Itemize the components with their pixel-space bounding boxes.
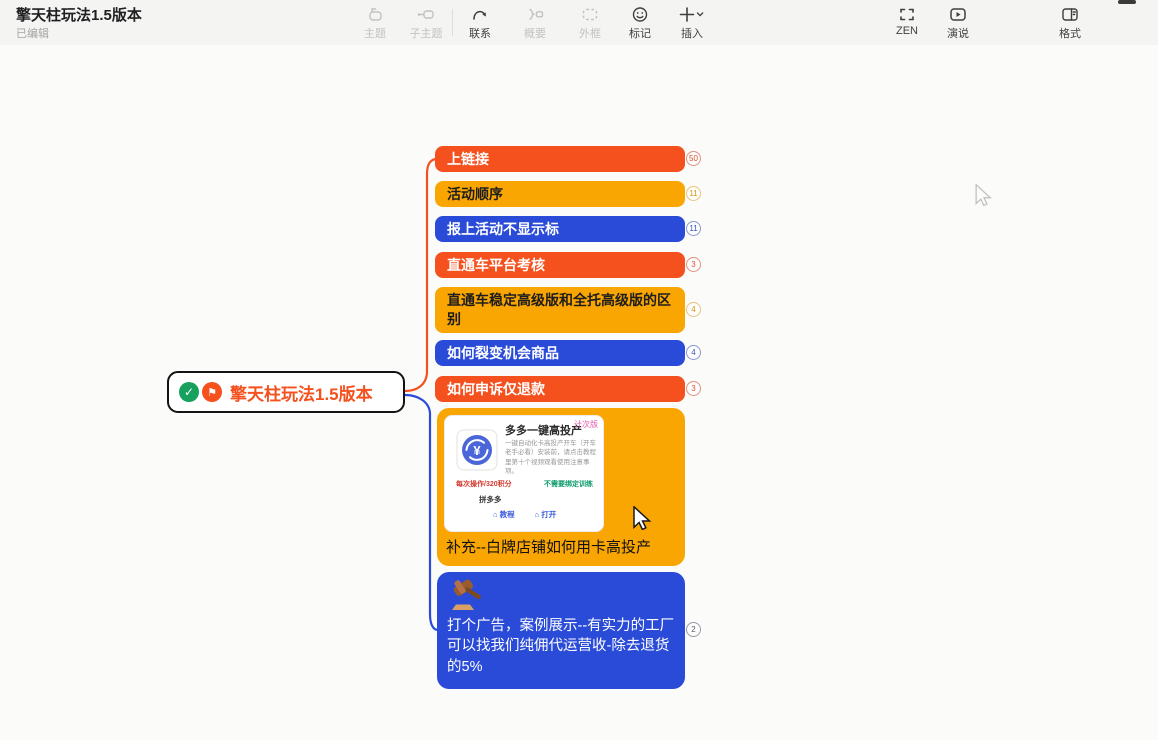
boundary-icon: [563, 5, 617, 24]
presentation-play-icon: [931, 5, 985, 24]
topic-label: 上链接: [447, 149, 489, 169]
gavel-icon: [448, 579, 490, 618]
card-title: 多多一键高投产: [505, 422, 582, 438]
image-node-caption: 补充--白牌店铺如何用卡高投产: [446, 536, 651, 557]
collapse-badge[interactable]: 11: [686, 221, 701, 236]
document-title: 擎天柱玩法1.5版本: [16, 4, 142, 25]
topic-node-1[interactable]: 上链接: [435, 146, 685, 172]
topic-label: 直通车平台考核: [447, 255, 545, 275]
home-icon: ⌂: [535, 510, 540, 519]
card-version-tag: 计次版: [574, 419, 598, 430]
toolbar-button-format[interactable]: 格式: [1043, 5, 1097, 41]
ad-node-text: 打个广告，案例展示--有实力的工厂可以找我们纯佣代运营收-除去退货的5%: [447, 616, 677, 677]
toolbar-button-insert[interactable]: 插入: [665, 5, 719, 41]
app-header: 擎天柱玩法1.5版本 已编辑 主题 子主题 联系: [0, 0, 1158, 46]
svg-text:¥: ¥: [473, 443, 481, 458]
summary-icon: [508, 5, 562, 24]
toolbar-button-topic[interactable]: 主题: [348, 5, 402, 41]
collapse-badge[interactable]: 3: [686, 381, 701, 396]
card-platform-label: 拼多多: [479, 494, 502, 505]
topic-label: 报上活动不显示标: [447, 219, 559, 239]
mouse-cursor: [632, 506, 651, 535]
topic-node-ad[interactable]: 打个广告，案例展示--有实力的工厂可以找我们纯佣代运营收-除去退货的5%: [437, 572, 685, 689]
root-topic-node[interactable]: ✓ ⚑ 擎天柱玩法1.5版本: [167, 371, 405, 413]
topic-node-6[interactable]: 如何裂变机会商品: [435, 340, 685, 366]
toolbar-button-zen[interactable]: ZEN: [880, 5, 934, 37]
toolbar-button-boundary[interactable]: 外框: [563, 5, 617, 41]
topic-node-7[interactable]: 如何申诉仅退款: [435, 376, 685, 402]
collapse-badge[interactable]: 50: [686, 151, 701, 166]
card-cost-text: 每次操作/320积分: [456, 479, 512, 489]
topic-node-4[interactable]: 直通车平台考核: [435, 252, 685, 278]
zen-mode-icon: [880, 5, 934, 24]
mouse-cursor-ghost: [974, 184, 992, 211]
toolbar-button-marker[interactable]: 标记: [613, 5, 667, 41]
topic-label: 如何申诉仅退款: [447, 379, 545, 399]
toolbar-button-present[interactable]: 演说: [931, 5, 985, 41]
topic-node-5[interactable]: 直通车稳定高级版和全托高级版的区别: [435, 287, 685, 333]
topic-icon: [348, 5, 402, 24]
format-panel-icon: [1043, 5, 1097, 24]
collapse-badge[interactable]: 3: [686, 257, 701, 272]
check-marker-icon[interactable]: ✓: [179, 382, 199, 402]
home-icon: ⌂: [493, 510, 498, 519]
collapse-badge[interactable]: 11: [686, 186, 701, 201]
card-description: 一键自动化卡高投产开车（开车老手必看）安装前，请点击教程里第十个视频观看使用注意…: [505, 439, 598, 477]
insert-plus-icon: [665, 5, 719, 24]
topic-node-3[interactable]: 报上活动不显示标: [435, 216, 685, 242]
window-control-dash[interactable]: [1118, 0, 1136, 4]
flag-marker-icon[interactable]: ⚑: [202, 382, 222, 402]
topic-label: 活动顺序: [447, 184, 503, 204]
app-logo-icon: ¥: [456, 429, 498, 476]
collapse-badge[interactable]: 4: [686, 345, 701, 360]
topic-node-2[interactable]: 活动顺序: [435, 181, 685, 207]
relationship-icon: [453, 5, 507, 24]
collapse-badge[interactable]: 2: [686, 622, 701, 637]
marker-smiley-icon: [613, 5, 667, 24]
subtopic-icon: [399, 5, 453, 24]
embedded-image[interactable]: ¥ 多多一键高投产 计次版 一键自动化卡高投产开车（开车老手必看）安装前，请点击…: [444, 415, 604, 532]
card-note-text: 不需要绑定训练: [544, 479, 593, 489]
collapse-badge[interactable]: 4: [686, 302, 701, 317]
topic-label: 如何裂变机会商品: [447, 343, 559, 363]
card-open-button[interactable]: ⌂ 打开: [535, 509, 557, 520]
card-tutorial-button[interactable]: ⌂ 教程: [493, 509, 515, 520]
root-topic-label: 擎天柱玩法1.5版本: [230, 380, 373, 405]
toolbar-button-relationship[interactable]: 联系: [453, 5, 507, 41]
topic-node-image[interactable]: ¥ 多多一键高投产 计次版 一键自动化卡高投产开车（开车老手必看）安装前，请点击…: [437, 408, 685, 566]
toolbar-button-subtopic[interactable]: 子主题: [399, 5, 453, 41]
topic-label: 直通车稳定高级版和全托高级版的区别: [447, 292, 671, 327]
edit-status: 已编辑: [16, 25, 49, 41]
toolbar-button-summary[interactable]: 概要: [508, 5, 562, 41]
